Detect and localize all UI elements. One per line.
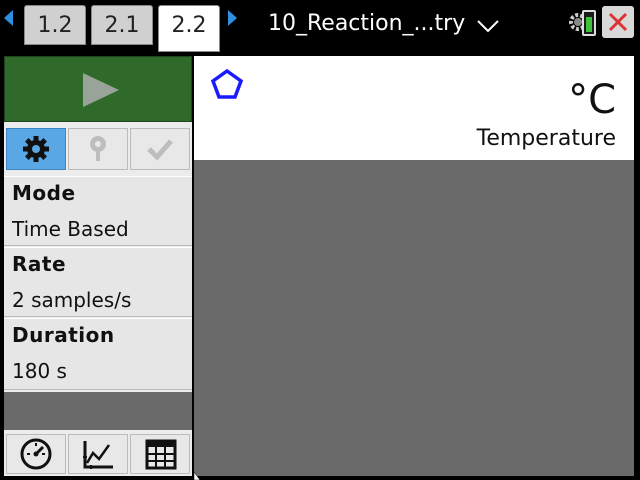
duration-value: 180 s [12,359,67,383]
close-icon[interactable] [602,6,634,38]
sensor-name: Temperature [476,126,616,151]
chevron-down-icon[interactable] [476,19,500,33]
duration-setting[interactable]: Duration 180 s [4,318,192,390]
top-bar: 1.2 2.1 2.2 10_Reaction_...try [0,0,640,52]
meter-view-button[interactable] [6,434,66,474]
panel-spacer [4,392,192,430]
settings-tool-button[interactable] [6,128,66,170]
document-title[interactable]: 10_Reaction_...try [268,8,465,40]
check-icon [147,139,173,161]
play-icon [83,73,119,107]
rate-setting[interactable]: Rate 2 samples/s [4,247,192,317]
prev-tab-arrow-icon[interactable] [4,10,13,26]
table-icon [145,439,177,470]
pin-icon [90,136,106,161]
gear-icon [23,136,49,162]
unit-label: °C [568,77,616,123]
pentagon-icon[interactable] [210,68,244,100]
graph-view-button[interactable] [68,434,128,474]
start-collection-button[interactable] [4,56,192,122]
meter-icon [20,438,52,470]
left-panel: Mode Time Based Rate 2 samples/s Duratio… [4,56,192,476]
rate-value: 2 samples/s [12,288,132,312]
mode-value: Time Based [12,217,129,241]
battery-icon [582,10,596,36]
meter-panel: °C Temperature [194,56,634,476]
main-frame: Mode Time Based Rate 2 samples/s Duratio… [0,52,640,480]
mouse-cursor-icon [194,472,201,480]
mode-label: Mode [12,181,76,205]
mode-setting[interactable]: Mode Time Based [4,176,192,246]
rate-label: Rate [12,252,67,276]
table-view-button[interactable] [130,434,190,474]
duration-label: Duration [12,323,115,347]
keep-tool-button[interactable] [130,128,190,170]
graph-icon [83,441,113,469]
tab-2-1[interactable]: 2.1 [91,5,153,45]
tool-row [4,126,192,172]
view-switcher [4,432,192,476]
meter-card[interactable]: °C Temperature [194,56,634,160]
tab-1-2[interactable]: 1.2 [24,5,86,45]
tab-2-2[interactable]: 2.2 [158,5,220,52]
marker-tool-button[interactable] [68,128,128,170]
next-tab-arrow-icon[interactable] [228,10,237,26]
